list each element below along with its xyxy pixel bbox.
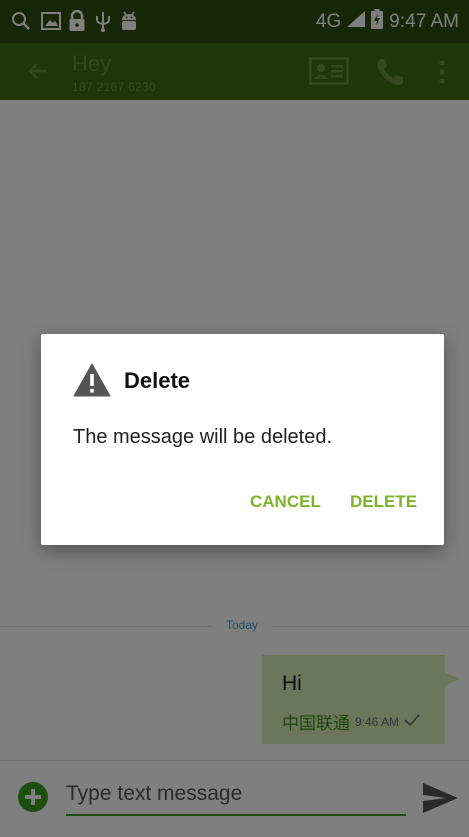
delete-dialog: Delete The message will be deleted. CANC… (41, 334, 444, 545)
delete-button[interactable]: DELETE (346, 486, 421, 518)
cancel-button[interactable]: CANCEL (246, 486, 325, 518)
conversation-screen: 4G 9:47 AM Hey 187 2167 6230 Today (0, 0, 469, 837)
dialog-title: Delete (124, 368, 191, 393)
dialog-message: The message will be deleted. (73, 426, 333, 448)
warning-icon (73, 363, 111, 397)
